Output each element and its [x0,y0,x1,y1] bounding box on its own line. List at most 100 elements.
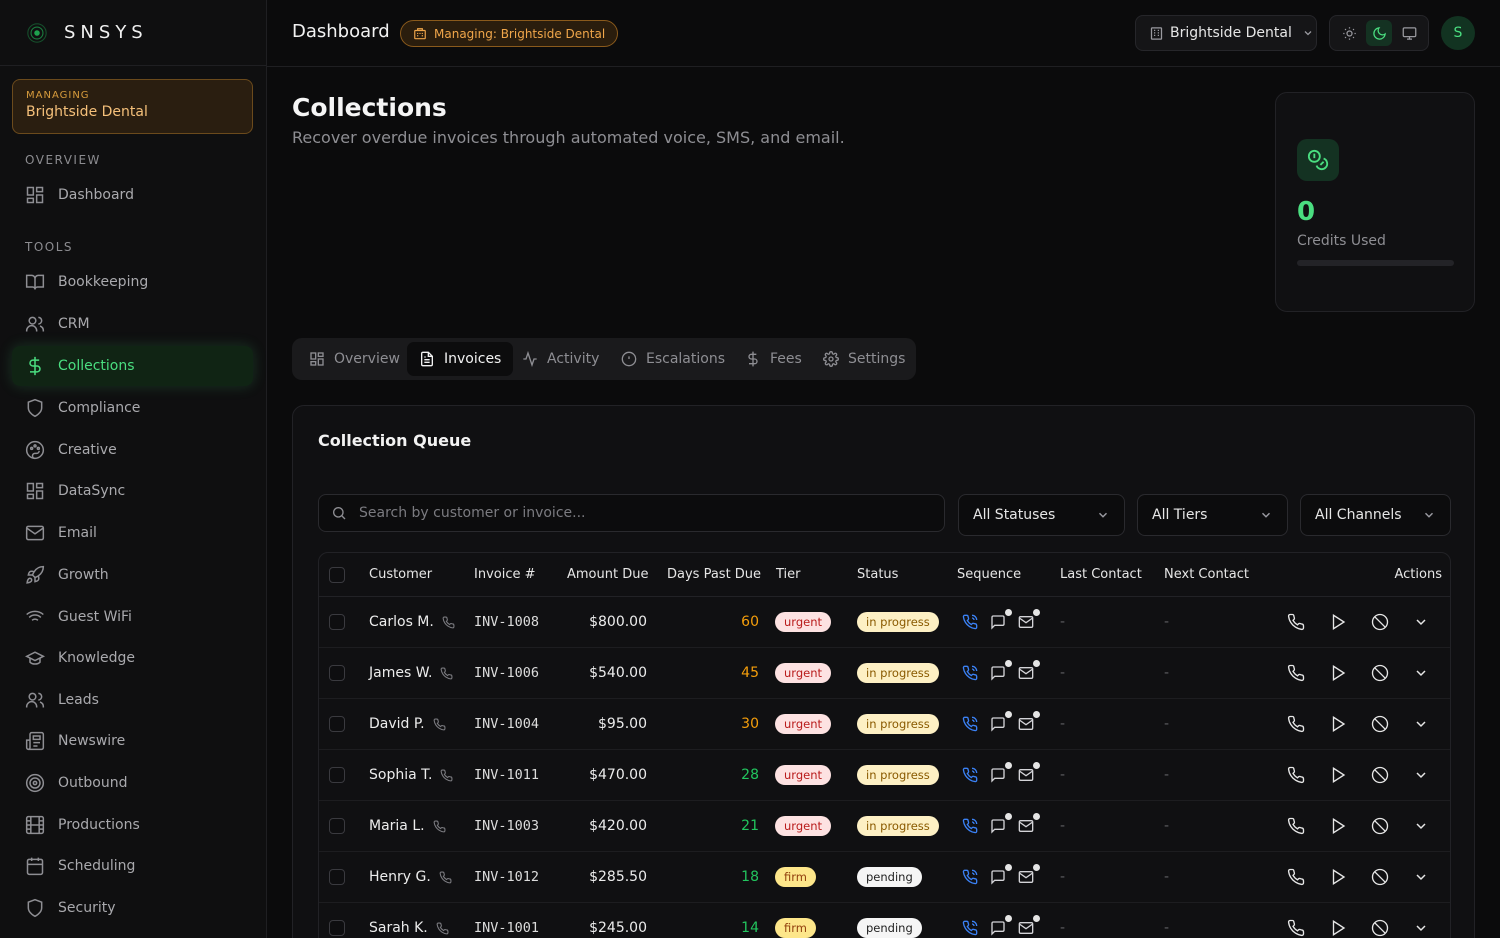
sequence-sms-step[interactable] [990,711,1012,732]
sidebar-item-scheduling[interactable]: Scheduling [12,846,253,886]
sidebar-item-knowledge[interactable]: Knowledge [12,638,253,678]
channel-filter-select[interactable]: All Channels [1300,494,1451,536]
phone-icon[interactable] [439,871,452,884]
call-now-icon[interactable] [1287,817,1305,835]
sequence-voice-step[interactable] [962,920,978,936]
row-checkbox[interactable] [329,767,345,783]
col-status[interactable]: Status [857,553,898,596]
sidebar-item-datasync[interactable]: DataSync [12,471,253,511]
customer-name[interactable]: David P. [369,716,425,732]
ban-icon[interactable] [1371,766,1389,784]
brand[interactable]: SNSYS [0,0,266,66]
customer-name[interactable]: Sarah K. [369,920,428,936]
chevron-down-icon[interactable] [1413,869,1429,885]
sequence-email-step[interactable] [1018,813,1040,834]
customer-name[interactable]: Henry G. [369,869,431,885]
search-input[interactable] [359,505,919,521]
sequence-voice-step[interactable] [962,818,978,834]
sidebar-item-collections[interactable]: Collections [12,346,253,386]
customer-name[interactable]: Maria L. [369,818,425,834]
row-checkbox[interactable] [329,665,345,681]
tab-escalations[interactable]: Escalations [609,342,737,376]
sidebar-item-security[interactable]: Security [12,888,253,928]
sequence-email-step[interactable] [1018,609,1040,630]
col-amount-due[interactable]: Amount Due [567,553,648,596]
chevron-down-icon[interactable] [1413,614,1429,630]
sequence-sms-step[interactable] [990,864,1012,885]
col-next-contact[interactable]: Next Contact [1164,553,1249,596]
sequence-email-step[interactable] [1018,660,1040,681]
customer-name[interactable]: Sophia T. [369,767,432,783]
theme-light-button[interactable] [1336,20,1362,46]
play-icon[interactable] [1329,817,1347,835]
col-customer[interactable]: Customer [369,553,432,596]
play-icon[interactable] [1329,715,1347,733]
phone-icon[interactable] [442,616,455,629]
col-invoice[interactable]: Invoice # [474,553,536,596]
table-row[interactable]: Henry G. INV-1012 $285.50 18 firm pending - - [319,852,1450,903]
phone-icon[interactable] [440,667,453,680]
sequence-voice-step[interactable] [962,767,978,783]
ban-icon[interactable] [1371,817,1389,835]
col-last-contact[interactable]: Last Contact [1060,553,1142,596]
sequence-voice-step[interactable] [962,665,978,681]
play-icon[interactable] [1329,868,1347,886]
sidebar-item-dashboard[interactable]: Dashboard [12,175,253,215]
play-icon[interactable] [1329,664,1347,682]
sidebar-item-email[interactable]: Email [12,513,253,553]
call-now-icon[interactable] [1287,868,1305,886]
sequence-voice-step[interactable] [962,614,978,630]
table-row[interactable]: Sarah K. INV-1001 $245.00 14 firm pending - - [319,903,1450,938]
row-checkbox[interactable] [329,716,345,732]
status-filter-select[interactable]: All Statuses [958,494,1125,536]
tab-invoices[interactable]: Invoices [407,342,514,376]
sequence-sms-step[interactable] [990,609,1012,630]
ban-icon[interactable] [1371,715,1389,733]
table-row[interactable]: David P. INV-1004 $95.00 30 urgent in progres… [319,699,1450,750]
sequence-voice-step[interactable] [962,716,978,732]
tab-activity[interactable]: Activity [510,342,611,376]
table-row[interactable]: Sophia T. INV-1011 $470.00 28 urgent in progr… [319,750,1450,801]
tab-settings[interactable]: Settings [811,342,917,376]
row-checkbox[interactable] [329,818,345,834]
chevron-down-icon[interactable] [1413,665,1429,681]
sequence-voice-step[interactable] [962,869,978,885]
col-tier[interactable]: Tier [776,553,801,596]
sidebar-item-newswire[interactable]: Newswire [12,721,253,761]
tab-fees[interactable]: Fees [733,342,814,376]
table-row[interactable]: Carlos M. INV-1008 $800.00 60 urgent in progr… [319,597,1450,648]
sequence-email-step[interactable] [1018,864,1040,885]
sidebar-item-compliance[interactable]: Compliance [12,388,253,428]
sequence-sms-step[interactable] [990,762,1012,783]
sequence-sms-step[interactable] [990,660,1012,681]
tab-overview[interactable]: Overview [297,342,412,376]
avatar[interactable]: S [1441,16,1475,50]
sequence-email-step[interactable] [1018,762,1040,783]
col-days-past-due[interactable]: Days Past Due [667,553,761,596]
phone-icon[interactable] [440,769,453,782]
chevron-down-icon[interactable] [1413,716,1429,732]
ban-icon[interactable] [1371,919,1389,937]
call-now-icon[interactable] [1287,664,1305,682]
sidebar-item-crm[interactable]: CRM [12,304,253,344]
play-icon[interactable] [1329,766,1347,784]
ban-icon[interactable] [1371,868,1389,886]
call-now-icon[interactable] [1287,919,1305,937]
chevron-down-icon[interactable] [1413,920,1429,936]
ban-icon[interactable] [1371,613,1389,631]
sidebar-item-productions[interactable]: Productions [12,805,253,845]
call-now-icon[interactable] [1287,715,1305,733]
managing-org-card[interactable]: MANAGING Brightside Dental [12,79,253,134]
sidebar-item-creative[interactable]: Creative [12,430,253,470]
customer-name[interactable]: James W. [369,665,432,681]
theme-system-button[interactable] [1396,20,1422,46]
row-checkbox[interactable] [329,869,345,885]
chevron-down-icon[interactable] [1413,818,1429,834]
call-now-icon[interactable] [1287,766,1305,784]
play-icon[interactable] [1329,613,1347,631]
table-row[interactable]: Maria L. INV-1003 $420.00 21 urgent in progre… [319,801,1450,852]
sequence-email-step[interactable] [1018,711,1040,732]
sidebar-item-growth[interactable]: Growth [12,555,253,595]
select-all-checkbox[interactable] [329,566,345,583]
row-checkbox[interactable] [329,920,345,936]
